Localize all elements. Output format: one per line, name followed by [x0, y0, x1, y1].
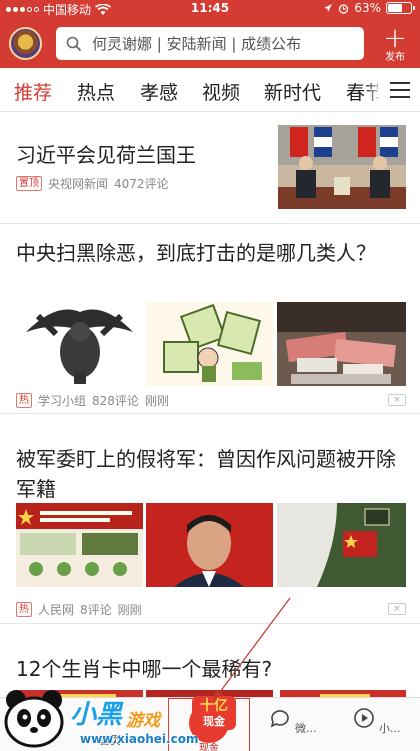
news-thumbnail[interactable]: [146, 302, 273, 386]
hot-badge: 热: [16, 602, 32, 617]
publish-button[interactable]: + 发布: [380, 24, 410, 66]
watermark-badge-line1: 十亿: [200, 698, 228, 714]
news-time: 刚刚: [117, 603, 142, 617]
news-comments: 4072评论: [114, 177, 169, 191]
battery-level: [388, 4, 402, 12]
search-input[interactable]: [92, 34, 352, 53]
tab-video[interactable]: 视频: [202, 78, 240, 105]
news-source: 学习小组: [38, 394, 87, 408]
list-item[interactable]: 习近平会见荷兰国王 置顶 央视网新闻 4072评论: [0, 113, 420, 224]
news-time: 刚刚: [144, 394, 169, 408]
panda-logo: [4, 690, 64, 748]
tab-new-era[interactable]: 新时代: [264, 78, 321, 105]
news-title[interactable]: 12个生肖卡中哪一个最稀有?: [16, 654, 396, 684]
watermark-badge: 十亿 现金: [192, 696, 236, 730]
battery-icon: [386, 2, 415, 14]
news-thumbnail[interactable]: [277, 503, 406, 587]
tab-recommend[interactable]: 推荐: [14, 78, 52, 105]
pinned-badge: 置顶: [16, 176, 42, 191]
location-icon: [324, 4, 333, 12]
menu-icon[interactable]: [390, 82, 410, 98]
watermark-url: www.xiaohei.com: [80, 732, 199, 746]
user-avatar[interactable]: [9, 27, 42, 60]
tab-short-video-label: 小...: [379, 722, 401, 735]
alarm-icon: [339, 3, 349, 14]
watermark: 小黑 游戏 十亿 现金 www.xiaohei.com: [2, 684, 238, 750]
search-icon: [66, 36, 82, 51]
news-title[interactable]: 中央扫黑除恶，到底打击的是哪几类人？: [16, 238, 376, 268]
video-play-icon: [353, 708, 374, 728]
close-icon[interactable]: ×: [388, 394, 406, 406]
watermark-badge-line2: 现金: [203, 715, 225, 728]
news-meta: 热 学习小组 828评论 刚刚: [16, 392, 169, 409]
news-comments: 828评论: [92, 394, 139, 408]
list-item[interactable]: 中央扫黑除恶，到底打击的是哪几类人？ 热 学习小组 828评论 刚刚 ×: [0, 224, 420, 414]
news-source: 央视网新闻: [48, 177, 109, 191]
news-title[interactable]: 被军委盯上的假将军：曾因作风问题被开除军籍: [16, 444, 396, 504]
tab-weitoutiao-label: 微...: [295, 722, 317, 735]
battery-percent: 63%: [354, 1, 381, 15]
news-source: 人民网: [38, 603, 75, 617]
hot-badge: 热: [16, 393, 32, 408]
news-thumbnail[interactable]: [16, 503, 143, 587]
close-icon[interactable]: ×: [388, 603, 406, 615]
tab-short-video[interactable]: 小...: [346, 706, 406, 736]
news-meta: 热 人民网 8评论 刚刚: [16, 601, 142, 618]
channel-tabs: 推荐 热点 孝感 视频 新时代 春节: [0, 68, 420, 112]
news-comments: 8评论: [80, 603, 112, 617]
tab-weitoutiao[interactable]: 微...: [262, 706, 322, 736]
search-bar[interactable]: [56, 27, 364, 60]
news-meta: 置顶 央视网新闻 4072评论: [16, 175, 169, 192]
watermark-game: 游戏: [126, 711, 160, 731]
status-bar: 中国移动 11:45 63%: [0, 0, 420, 17]
news-thumbnail[interactable]: [146, 503, 273, 587]
news-thumbnail[interactable]: [277, 302, 406, 386]
tab-fade: [364, 68, 384, 111]
chat-bubble-icon: [270, 710, 289, 728]
tab-hot[interactable]: 热点: [77, 78, 115, 105]
app-header: 中国移动 11:45 63% + 发布: [0, 0, 420, 68]
news-thumbnail[interactable]: [278, 125, 406, 209]
tab-xiaogan[interactable]: 孝感: [140, 78, 178, 105]
news-thumbnail[interactable]: [16, 302, 143, 386]
list-item[interactable]: 被军委盯上的假将军：曾因作风问题被开除军籍 热 人民网 8评论 刚刚 ×: [0, 414, 420, 624]
watermark-brand: 小黑: [70, 700, 123, 730]
plus-icon: +: [383, 21, 407, 54]
news-title[interactable]: 习近平会见荷兰国王: [16, 140, 266, 170]
